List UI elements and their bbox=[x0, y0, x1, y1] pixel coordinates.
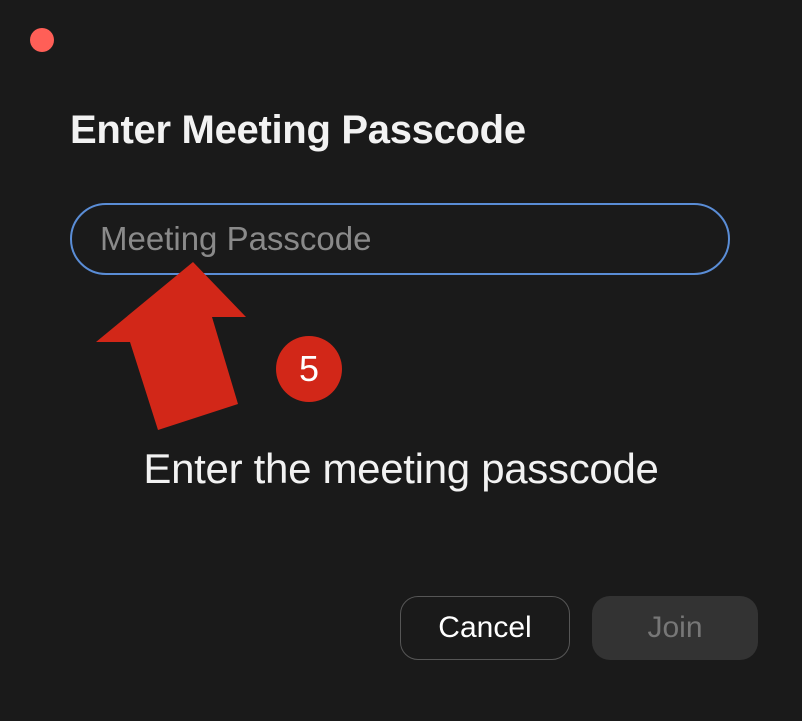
step-number: 5 bbox=[299, 348, 319, 390]
dialog-button-row: Cancel Join bbox=[0, 596, 802, 660]
window-close-traffic-light[interactable] bbox=[30, 28, 54, 52]
cancel-button[interactable]: Cancel bbox=[400, 596, 570, 660]
join-button[interactable]: Join bbox=[592, 596, 758, 660]
meeting-passcode-input[interactable] bbox=[70, 203, 730, 275]
annotation-arrow-icon bbox=[90, 262, 250, 432]
instruction-text: Enter the meeting passcode bbox=[0, 445, 802, 493]
dialog-title: Enter Meeting Passcode bbox=[70, 108, 526, 153]
step-number-badge: 5 bbox=[276, 336, 342, 402]
